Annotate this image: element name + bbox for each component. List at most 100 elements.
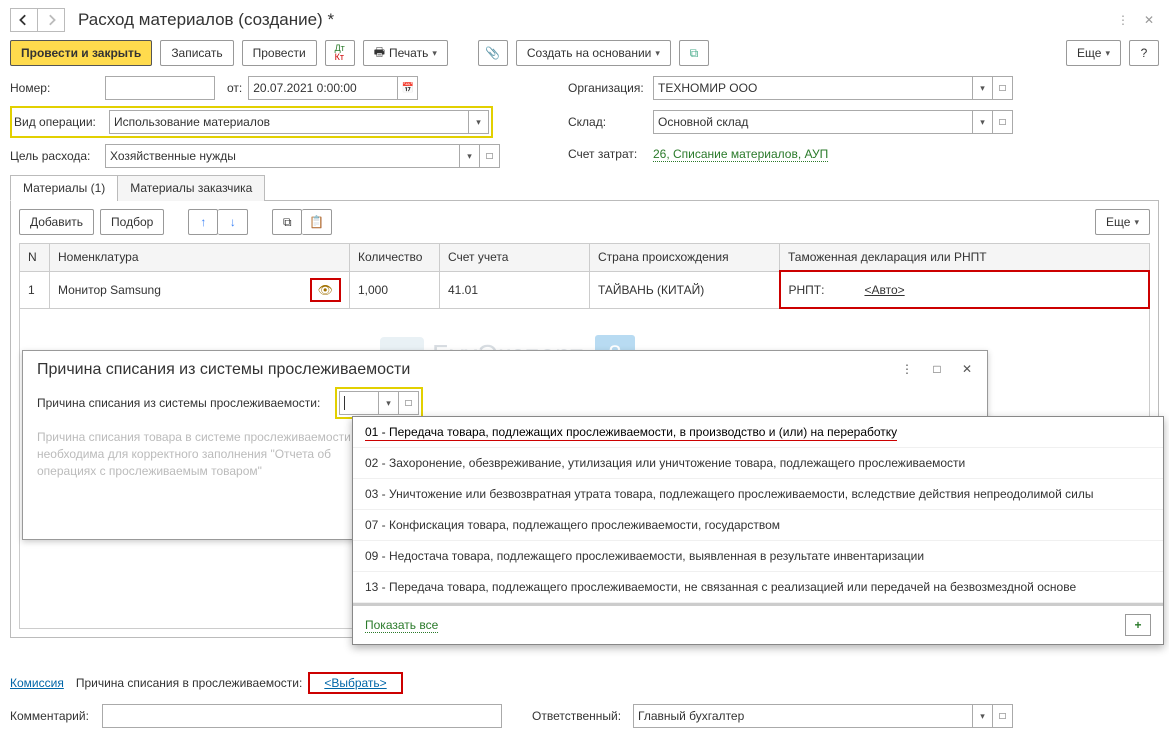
purpose-open-button[interactable]: □ [480, 144, 500, 168]
dropdown-option[interactable]: 07 - Конфискация товара, подлежащего про… [353, 510, 1163, 541]
menu-dots-icon[interactable]: ⋮ [1113, 10, 1133, 30]
open-icon: □ [405, 398, 411, 409]
responsible-dropdown-button[interactable]: ▾ [973, 704, 993, 728]
operation-type-input[interactable]: Использование материалов [109, 110, 469, 134]
arrow-right-icon [45, 14, 57, 26]
dtkt-button[interactable]: ДтКт [325, 40, 355, 66]
print-button[interactable]: 🖶 Печать ▾ [363, 40, 448, 66]
col-nomenclature: Номенклатура [50, 244, 350, 272]
add-option-button[interactable]: + [1125, 614, 1151, 636]
warehouse-open-button[interactable]: □ [993, 110, 1013, 134]
chevron-down-icon: ▾ [980, 117, 985, 128]
cell-declaration[interactable]: РНПТ: <Авто> [780, 271, 1150, 308]
col-n: N [20, 244, 50, 272]
chevron-down-icon: ▾ [432, 48, 437, 59]
cost-account-link[interactable]: 26, Списание материалов, АУП [653, 147, 828, 162]
date-input[interactable]: 20.07.2021 0:00:00 [248, 76, 398, 100]
chevron-down-icon: ▾ [467, 151, 472, 162]
trace-reason-label: Причина списания в прослеживаемости: [76, 676, 303, 690]
dropdown-option[interactable]: 09 - Недостача товара, подлежащего просл… [353, 541, 1163, 572]
table-row[interactable]: 1 Монитор Samsung 👁 1,000 41.01 ТАЙВАНЬ … [20, 271, 1150, 308]
col-quantity: Количество [350, 244, 440, 272]
responsible-input[interactable]: Главный бухгалтер [633, 704, 973, 728]
close-icon[interactable]: ✕ [1139, 10, 1159, 30]
save-button[interactable]: Записать [160, 40, 233, 66]
more-button[interactable]: Еще ▾ [1066, 40, 1121, 66]
dtkt-icon: ДтКт [335, 44, 345, 62]
open-icon: □ [999, 117, 1005, 128]
help-button[interactable]: ? [1129, 40, 1159, 66]
col-declaration: Таможенная декларация или РНПТ [780, 244, 1150, 272]
purpose-input[interactable]: Хозяйственные нужды [105, 144, 460, 168]
paste-button[interactable]: 📋 [302, 209, 332, 235]
chevron-down-icon: ▾ [655, 48, 660, 59]
date-label: от: [227, 81, 242, 95]
warehouse-input[interactable]: Основной склад [653, 110, 973, 134]
arrow-up-icon: ↑ [200, 215, 206, 229]
open-icon: □ [486, 151, 492, 162]
move-up-button[interactable]: ↑ [188, 209, 218, 235]
move-down-button[interactable]: ↓ [218, 209, 248, 235]
printer-icon: 🖶 [374, 43, 385, 64]
attach-button[interactable]: 📎 [478, 40, 508, 66]
tab-customer-materials[interactable]: Материалы заказчика [117, 175, 265, 201]
copy-button[interactable]: ⧉ [272, 209, 302, 235]
nav-back-button[interactable] [10, 8, 38, 32]
col-country: Страна происхождения [590, 244, 780, 272]
org-label: Организация: [568, 81, 653, 95]
paste-icon: 📋 [309, 215, 324, 229]
cost-account-label: Счет затрат: [568, 147, 653, 161]
structure-icon: ⧉ [690, 46, 699, 61]
chevron-down-icon: ▾ [1105, 48, 1110, 59]
org-open-button[interactable]: □ [993, 76, 1013, 100]
add-row-button[interactable]: Добавить [19, 209, 94, 235]
operation-type-dropdown-button[interactable]: ▾ [469, 110, 489, 134]
popup-menu-icon[interactable]: ⋮ [897, 359, 917, 379]
number-input[interactable] [105, 76, 215, 100]
tab-materials[interactable]: Материалы (1) [10, 175, 118, 201]
reason-field-label: Причина списания из системы прослеживаем… [37, 396, 335, 410]
org-dropdown-button[interactable]: ▾ [973, 76, 993, 100]
commission-link[interactable]: Комиссия [10, 676, 64, 690]
post-button[interactable]: Провести [242, 40, 317, 66]
warehouse-dropdown-button[interactable]: ▾ [973, 110, 993, 134]
post-and-close-button[interactable]: Провести и закрыть [10, 40, 152, 66]
org-input[interactable]: ТЕХНОМИР ООО [653, 76, 973, 100]
show-all-link[interactable]: Показать все [365, 618, 438, 633]
popup-close-icon[interactable]: ✕ [957, 359, 977, 379]
chevron-down-icon: ▾ [386, 398, 391, 409]
responsible-label: Ответственный: [532, 709, 627, 723]
popup-maximize-icon[interactable]: □ [927, 359, 947, 379]
dropdown-option[interactable]: 03 - Уничтожение или безвозвратная утрат… [353, 479, 1163, 510]
dropdown-option[interactable]: 01 - Передача товара, подлежащих прослеж… [353, 417, 1163, 448]
reason-input[interactable] [339, 391, 379, 415]
open-icon: □ [999, 83, 1005, 94]
cell-account[interactable]: 41.01 [440, 271, 590, 308]
nav-forward-button[interactable] [37, 8, 65, 32]
calendar-icon: 📅 [402, 83, 414, 94]
paperclip-icon: 📎 [485, 46, 500, 60]
popup-title: Причина списания из системы прослеживаем… [37, 361, 973, 379]
chevron-down-icon: ▾ [980, 711, 985, 722]
choose-reason-link[interactable]: <Выбрать> [324, 676, 386, 690]
cell-nomenclature[interactable]: Монитор Samsung 👁 [50, 271, 350, 308]
reason-dropdown-button[interactable]: ▾ [379, 391, 399, 415]
dropdown-option[interactable]: 02 - Захоронение, обезвреживание, утилиз… [353, 448, 1163, 479]
pick-button[interactable]: Подбор [100, 209, 164, 235]
calendar-button[interactable]: 📅 [398, 76, 418, 100]
arrow-down-icon: ↓ [230, 215, 236, 229]
cell-n: 1 [20, 271, 50, 308]
dropdown-option[interactable]: 13 - Передача товара, подлежащего просле… [353, 572, 1163, 603]
cell-quantity[interactable]: 1,000 [350, 271, 440, 308]
purpose-dropdown-button[interactable]: ▾ [460, 144, 480, 168]
table-more-button[interactable]: Еще ▾ [1095, 209, 1150, 235]
reason-open-button[interactable]: □ [399, 391, 419, 415]
auto-link[interactable]: <Авто> [864, 283, 904, 297]
structure-button[interactable]: ⧉ [679, 40, 709, 66]
chevron-down-icon: ▾ [1134, 217, 1139, 228]
responsible-open-button[interactable]: □ [993, 704, 1013, 728]
cell-country[interactable]: ТАЙВАНЬ (КИТАЙ) [590, 271, 780, 308]
comment-input[interactable] [102, 704, 502, 728]
traceability-indicator-icon[interactable]: 👁 [310, 278, 341, 302]
create-on-basis-button[interactable]: Создать на основании ▾ [516, 40, 671, 66]
